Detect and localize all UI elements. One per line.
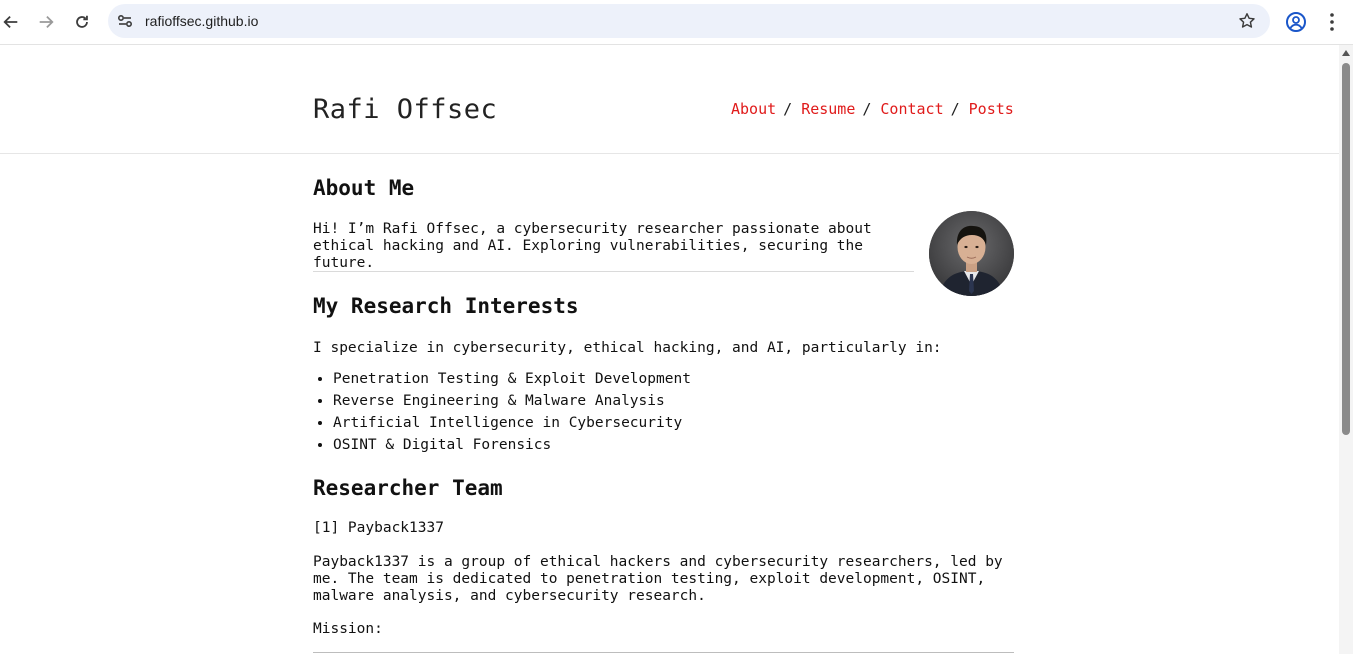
team-entry: [1] Payback1337 (313, 520, 444, 536)
list-item: Artificial Intelligence in Cybersecurity (333, 415, 933, 432)
nav-posts-link[interactable]: Posts (969, 100, 1014, 118)
reload-icon[interactable] (68, 8, 96, 36)
profile-icon[interactable] (1285, 11, 1307, 33)
research-interests-list: Penetration Testing & Exploit Developmen… (313, 371, 933, 459)
site-nav: About / Resume / Contact / Posts (731, 100, 1014, 118)
address-bar[interactable]: rafioffsec.github.io (108, 4, 1270, 38)
research-heading: My Research Interests (313, 294, 579, 318)
nav-separator: / (950, 100, 960, 118)
team-description: Payback1337 is a group of ethical hacker… (313, 554, 1003, 604)
back-arrow-icon[interactable] (0, 8, 25, 36)
about-intro: Hi! I’m Rafi Offsec, a cybersecurity res… (313, 221, 872, 271)
divider (313, 271, 914, 272)
nav-about-link[interactable]: About (731, 100, 776, 118)
site-header: Rafi Offsec About / Resume / Contact / Posts (0, 45, 1339, 154)
mission-label: Mission: (313, 621, 383, 637)
list-item: Penetration Testing & Exploit Developmen… (333, 371, 933, 388)
avatar (929, 211, 1014, 296)
browser-toolbar: rafioffsec.github.io (0, 0, 1353, 45)
scroll-up-arrow-icon[interactable] (1342, 50, 1350, 56)
nav-separator: / (862, 100, 872, 118)
page-scrollbar[interactable] (1339, 45, 1353, 654)
bookmark-star-icon[interactable] (1238, 12, 1256, 30)
research-intro: I specialize in cybersecurity, ethical h… (313, 340, 942, 356)
about-heading: About Me (313, 176, 415, 200)
divider (313, 652, 1014, 653)
forward-arrow-icon[interactable] (32, 8, 60, 36)
site-settings-icon[interactable] (116, 12, 134, 30)
nav-contact-link[interactable]: Contact (880, 100, 943, 118)
url-text[interactable]: rafioffsec.github.io (145, 4, 258, 38)
nav-separator: / (783, 100, 793, 118)
list-item: OSINT & Digital Forensics (333, 437, 933, 454)
nav-resume-link[interactable]: Resume (801, 100, 855, 118)
scrollbar-thumb[interactable] (1342, 63, 1350, 435)
kebab-menu-icon[interactable] (1322, 11, 1342, 33)
list-item: Reverse Engineering & Malware Analysis (333, 393, 933, 410)
site-title[interactable]: Rafi Offsec (313, 94, 497, 125)
team-heading: Researcher Team (313, 476, 503, 500)
